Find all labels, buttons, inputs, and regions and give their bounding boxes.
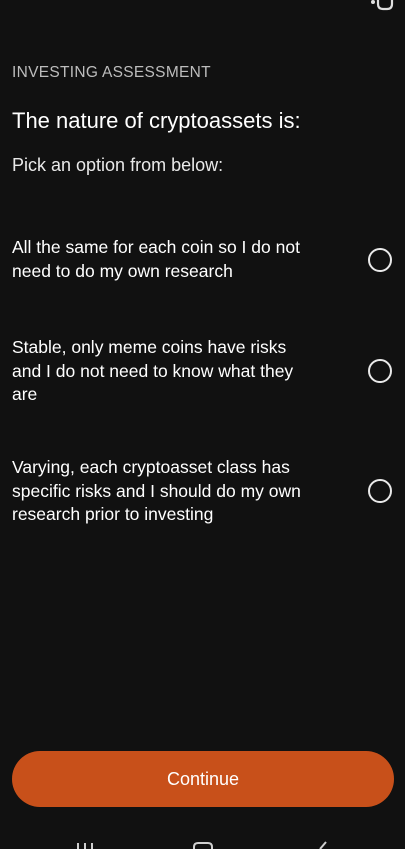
assessment-eyebrow: INVESTING ASSESSMENT: [12, 64, 211, 81]
option-all-the-same[interactable]: All the same for each coin so I do not n…: [12, 236, 393, 283]
continue-button[interactable]: Continue: [12, 751, 394, 807]
option-varying[interactable]: Varying, each cryptoasset class has spec…: [12, 456, 393, 527]
back-icon[interactable]: [312, 836, 332, 849]
instruction-text: Pick an option from below:: [12, 155, 224, 175]
radio-button[interactable]: [368, 479, 392, 504]
home-icon[interactable]: [191, 836, 215, 849]
camera-icon: [371, 0, 394, 11]
option-label: Stable, only meme coins have risks and I…: [12, 337, 294, 404]
system-nav-bar: [0, 836, 405, 849]
question-title: The nature of cryptoassets is:: [12, 108, 301, 133]
option-stable[interactable]: Stable, only meme coins have risks and I…: [12, 336, 393, 407]
option-label: Varying, each cryptoasset class has spec…: [12, 457, 301, 524]
radio-button[interactable]: [368, 359, 392, 384]
recents-icon[interactable]: [75, 836, 97, 849]
option-label: All the same for each coin so I do not n…: [12, 237, 300, 281]
radio-button[interactable]: [368, 247, 392, 272]
